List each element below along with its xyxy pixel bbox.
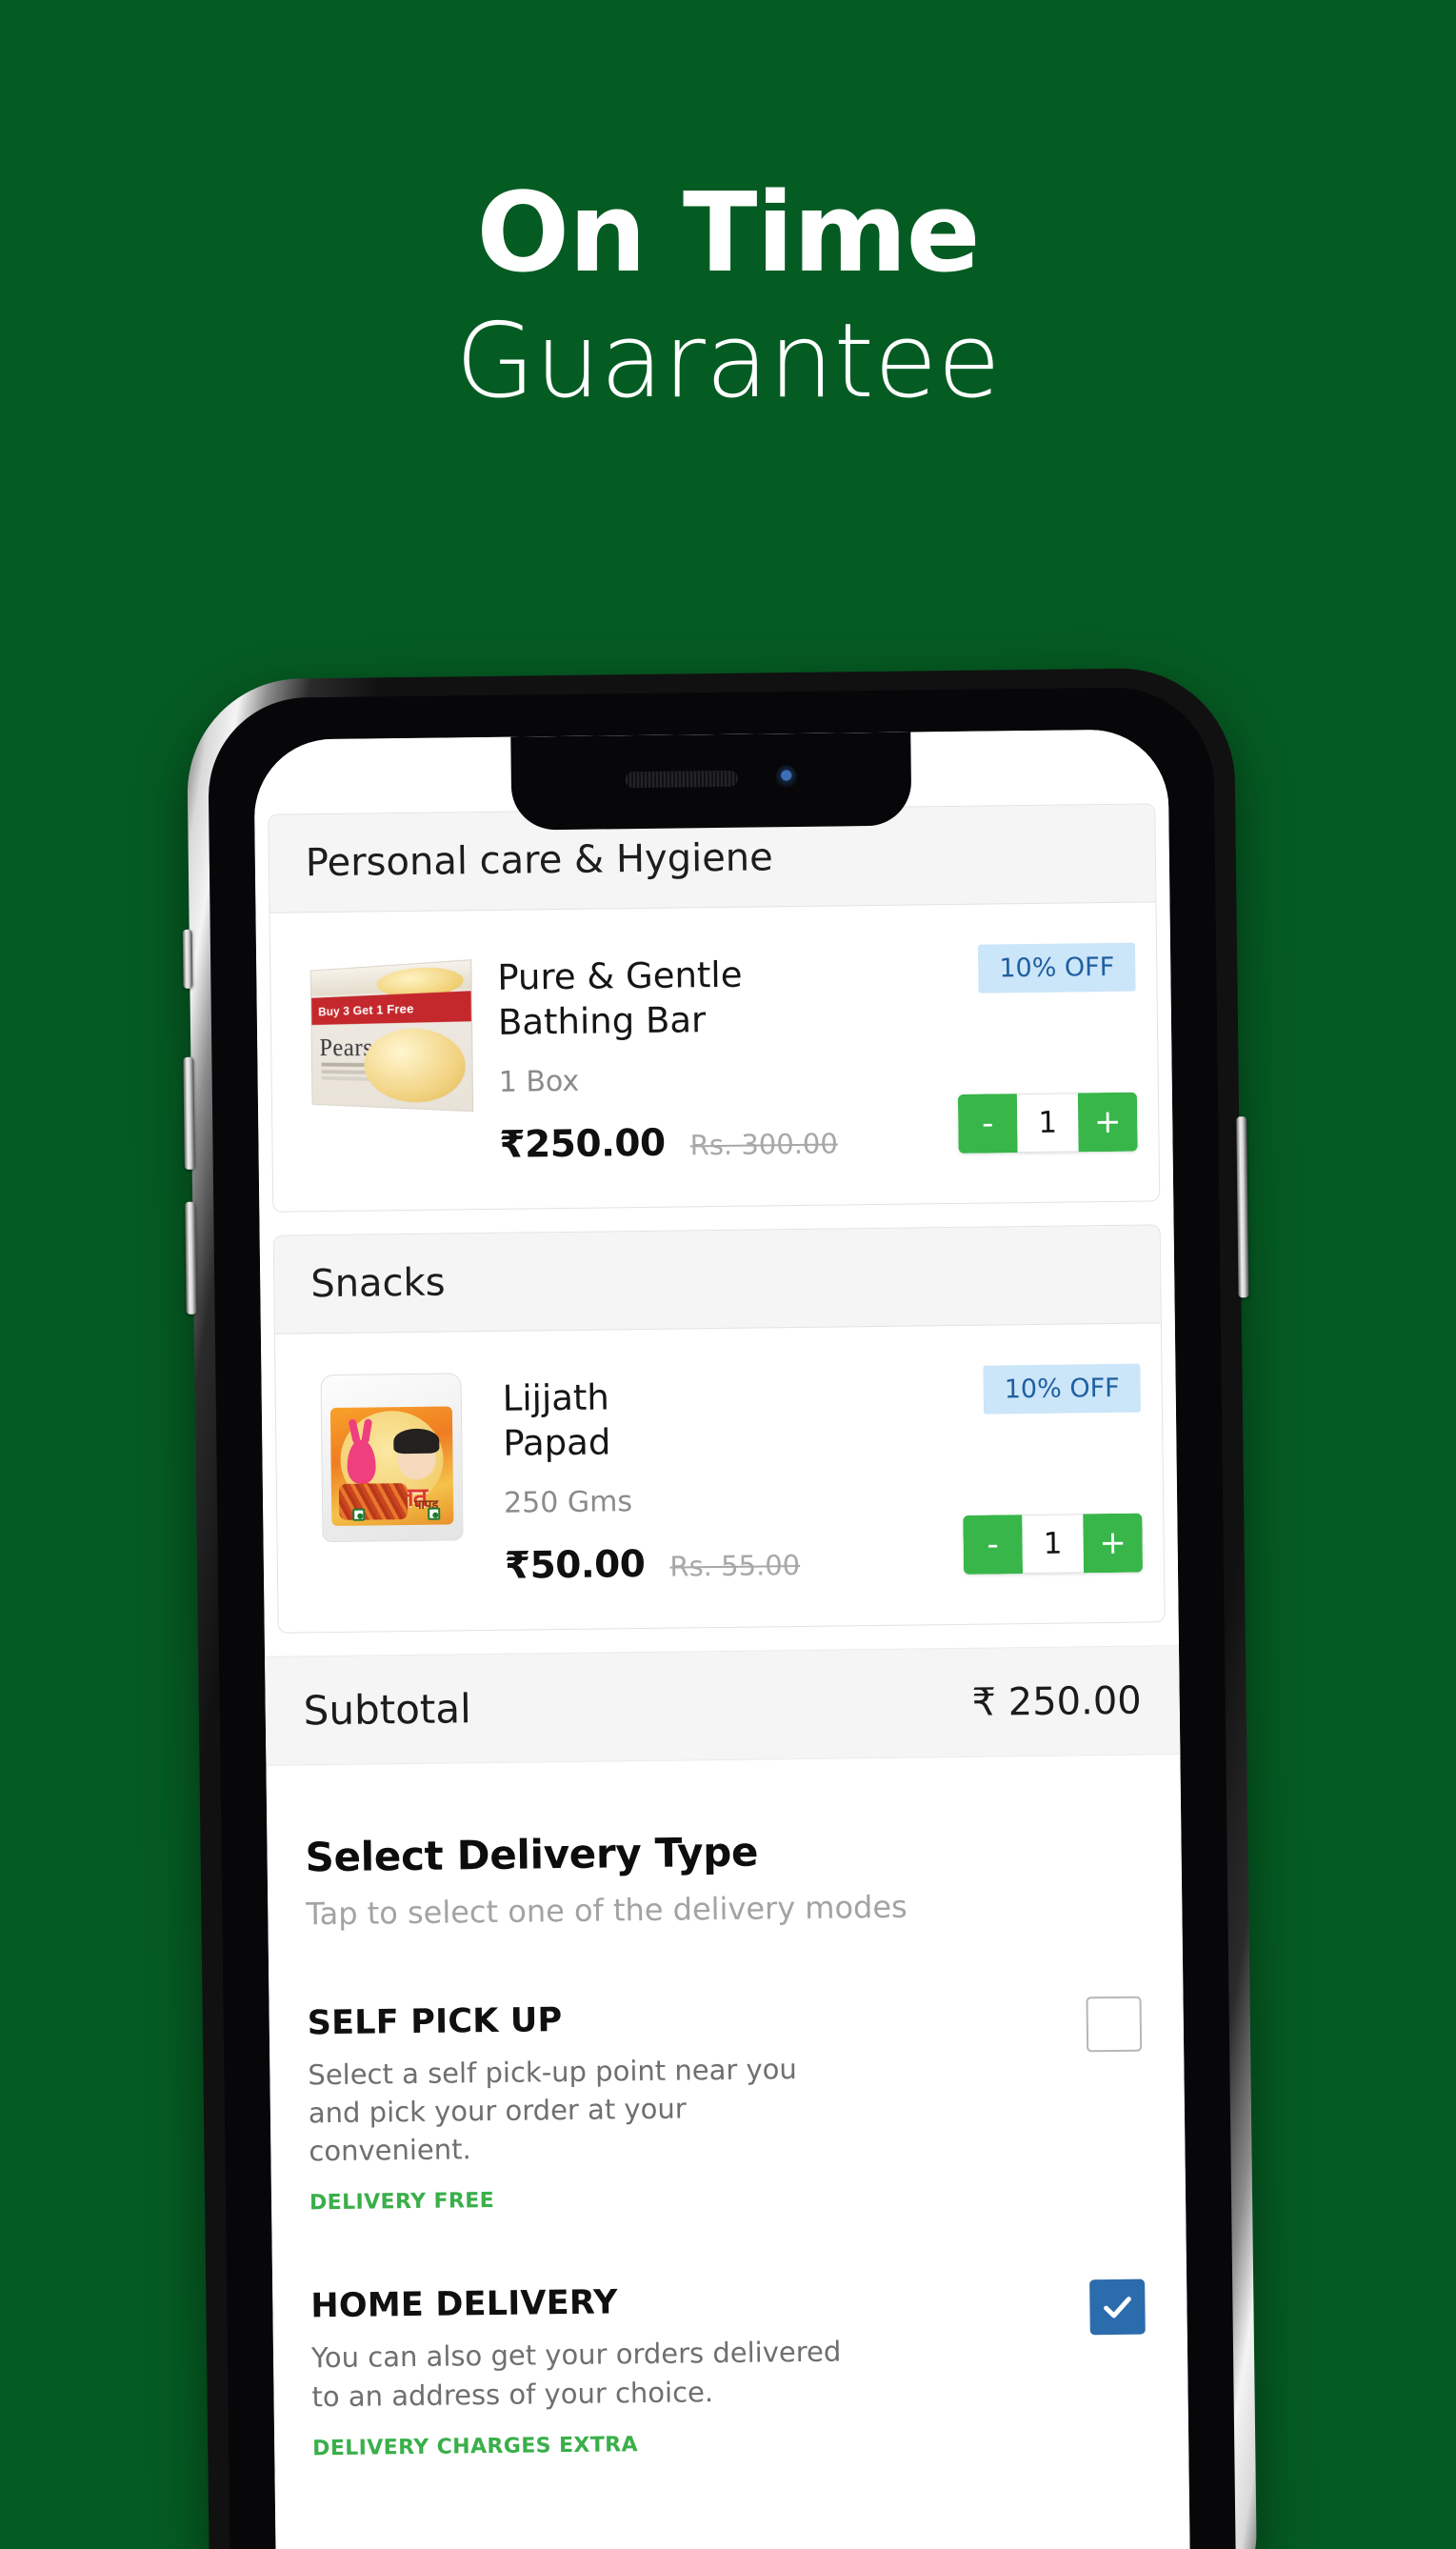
product-original-price: Rs. 300.00 [689,1127,839,1162]
product-name-line2: Bathing Bar [497,998,707,1043]
volume-up-button[interactable] [183,1056,195,1170]
delivery-option-description: Select a self pick-up point near you and… [308,2053,797,2168]
fried-papad-illustration [338,1483,409,1521]
category-header: Snacks [273,1225,1161,1335]
increment-button[interactable]: + [1083,1514,1144,1574]
delivery-option-home-delivery[interactable]: HOME DELIVERY You can also get your orde… [310,2278,1150,2460]
veg-mark-icon [428,1507,441,1520]
checkmark-icon [1104,2297,1131,2318]
lijjat-papad-packet-icon: लिज्जत पापड [320,1373,464,1543]
delivery-option-note: DELIVERY FREE [309,2189,495,2216]
product-price: ₹250.00 [499,1121,666,1168]
category-card-snacks: Snacks लिज्जत पापड [272,1224,1166,1635]
power-button[interactable] [1236,1116,1249,1298]
product-name-line1: Pure & Gentle [497,953,743,998]
hero-title-secondary: Guarantee [455,301,1001,421]
discount-badge: 10% OFF [978,942,1136,994]
quantity-stepper[interactable]: - 1 + [957,1092,1138,1154]
product-name: Lijjath Papad [502,1373,912,1466]
delivery-option-title: HOME DELIVERY [310,2283,618,2326]
cart-item[interactable]: Buy 3 Get 1 Free Pears Pure & Gentle Bat… [270,902,1160,1212]
pears-soap-box-icon: Buy 3 Get 1 Free Pears [309,959,474,1113]
phone-bezel: Personal care & Hygiene Buy 3 Get 1 Free… [207,686,1237,2549]
girl-face-icon [397,1435,436,1480]
product-name-line1: Lijjath [502,1376,610,1420]
volume-down-button[interactable] [185,1201,197,1315]
quantity-value[interactable]: 1 [1016,1093,1079,1154]
cart-item[interactable]: लिज्जत पापड Lijjath [275,1324,1165,1634]
quantity-value[interactable]: 1 [1022,1514,1085,1575]
promo-banner: Buy 3 Get 1 Free [311,991,471,1026]
product-image-papad: लिज्जत पापड [300,1366,483,1549]
delivery-option-title: SELF PICK UP [307,2001,563,2043]
discount-badge: 10% OFF [983,1363,1141,1415]
cart-screen: Personal care & Hygiene Buy 3 Get 1 Free… [253,729,1191,2549]
phone-notch [510,732,912,831]
delivery-option-note: DELIVERY CHARGES EXTRA [312,2432,639,2460]
hero-title-primary: On Time [476,170,980,297]
subtotal-row: Subtotal ₹ 250.00 [265,1645,1181,1767]
increment-button[interactable]: + [1077,1092,1138,1153]
subtotal-value: ₹ 250.00 [971,1678,1142,1725]
delivery-option-description: You can also get your orders delivered t… [310,2336,842,2413]
delivery-section-subtitle: Tap to select one of the delivery modes [306,1889,908,1933]
box-soap-illustration [363,1027,467,1105]
home-delivery-checkbox[interactable] [1089,2279,1146,2336]
delivery-type-section: Select Delivery Type Tap to select one o… [266,1756,1188,2461]
hero-heading: On Time Guarantee [0,176,1456,422]
delivery-section-title: Select Delivery Type [305,1828,759,1881]
product-name: Pure & Gentle Bathing Bar [497,952,908,1045]
phone-screen: Personal care & Hygiene Buy 3 Get 1 Free… [253,729,1191,2549]
product-image-pears: Buy 3 Get 1 Free Pears [295,945,478,1128]
quantity-stepper[interactable]: - 1 + [963,1514,1144,1576]
packet-label: लिज्जत पापड [329,1406,454,1527]
silent-switch-button[interactable] [182,929,193,989]
front-camera-icon [775,764,797,791]
subtotal-label: Subtotal [303,1685,472,1735]
product-price: ₹50.00 [504,1543,646,1589]
self-pickup-checkbox[interactable] [1086,1997,1143,2053]
delivery-option-self-pickup[interactable]: SELF PICK UP Select a self pick-up point… [308,1995,1148,2216]
decrement-button[interactable]: - [963,1515,1024,1576]
category-card-personal-care: Personal care & Hygiene Buy 3 Get 1 Free… [268,803,1161,1213]
product-name-line2: Papad [503,1421,611,1464]
earpiece-speaker-icon [625,770,738,788]
phone-mockup: Personal care & Hygiene Buy 3 Get 1 Free… [182,667,1258,2549]
decrement-button[interactable]: - [957,1094,1018,1154]
product-original-price: Rs. 55.00 [669,1549,801,1584]
veg-mark-icon [352,1508,366,1521]
